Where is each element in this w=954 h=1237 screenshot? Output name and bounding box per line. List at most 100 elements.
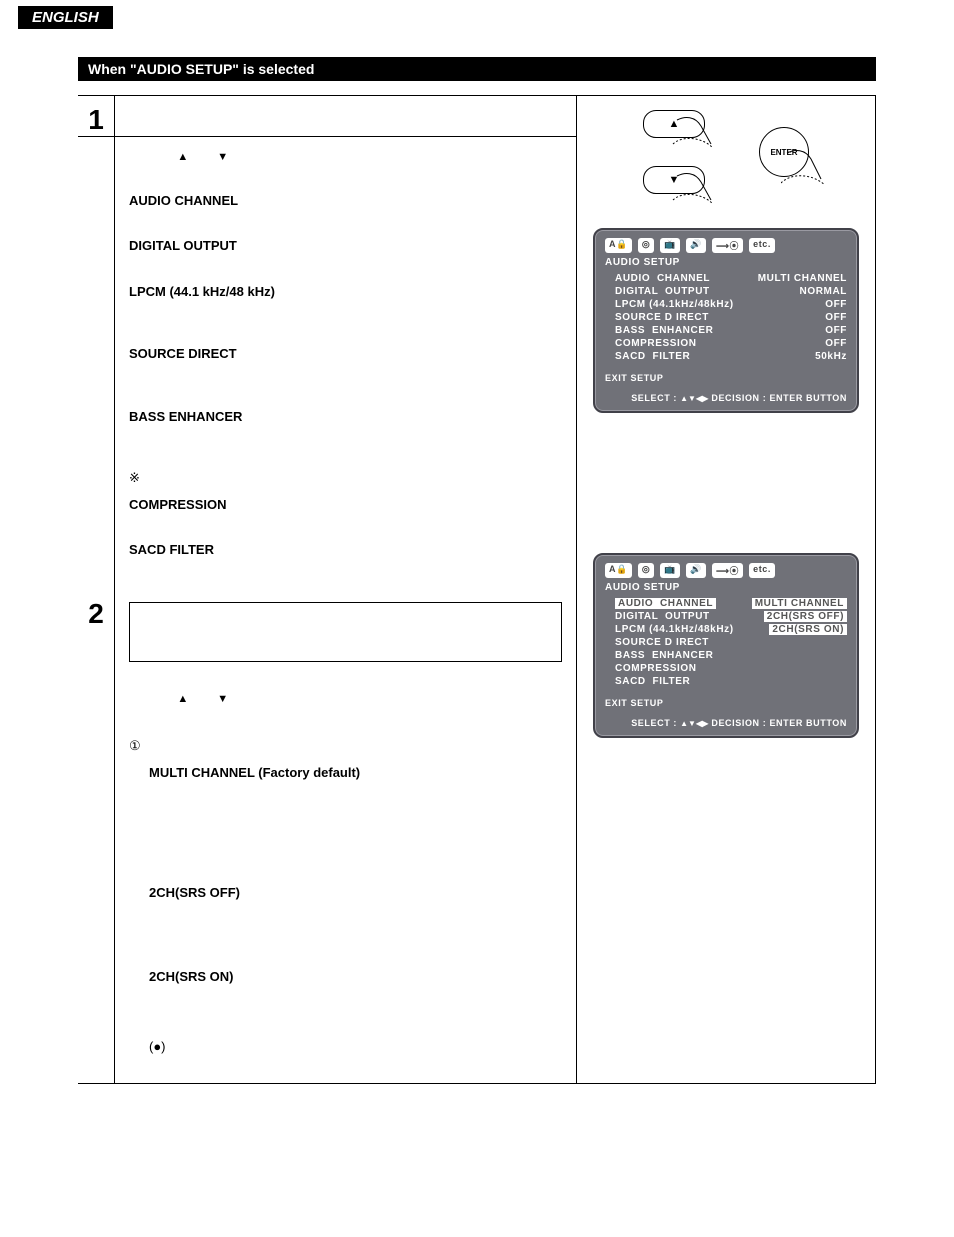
opt-2ch-off-desc: Select this to play audio with normal 2-…	[149, 901, 562, 954]
item-source-direct-desc: When the source direct mode is set to "O…	[129, 363, 562, 398]
osd-parental-icon: ⟶⦿	[712, 563, 743, 578]
opt-multi-desc1: Select this when connected to an amplifi…	[149, 782, 562, 817]
osd1-row0-v: MULTI CHANNEL	[758, 273, 847, 284]
item-audio-channel-desc: Use this to set the audio output signal …	[129, 210, 562, 228]
note-symbol-icon: ※	[129, 470, 140, 485]
osd1-row5-k: COMPRESSION	[615, 338, 697, 349]
osd1-row2-v: OFF	[825, 299, 847, 310]
step-1-row: 1 See page 46.	[78, 96, 576, 137]
item-digital-output-desc: Use this to select the digital output's …	[129, 255, 562, 273]
note-box: Only valid with multi-channel output, wh…	[129, 602, 562, 662]
cursor2-down-icon: ▼	[217, 693, 228, 705]
osd1-row2-k: LPCM (44.1kHz/48kHz)	[615, 299, 734, 310]
item-compression-title: COMPRESSION	[129, 496, 562, 514]
osd2-footer: SELECT : DECISION : ENTER BUTTON	[605, 718, 847, 728]
section-title: When "AUDIO SETUP" is selected	[78, 57, 876, 81]
osd2-row1-v: 2CH(SRS OFF)	[764, 611, 847, 622]
step-1-number: 1	[78, 96, 115, 136]
item-bass-enhancer-title: BASS ENHANCER	[129, 408, 562, 426]
osd-tv-icon: 📺	[660, 563, 680, 578]
osd2-row2-k: LPCM (44.1kHz/48kHz)	[615, 624, 734, 635]
osd-disc-icon: ◎	[638, 238, 654, 253]
osd2-row0-v: MULTI CHANNEL	[752, 598, 847, 609]
item-source-direct-title: SOURCE DIRECT	[129, 345, 562, 363]
cursor2-up-icon: ▲	[177, 693, 188, 705]
osd2-title: AUDIO SETUP	[605, 582, 847, 593]
remote-illustration: ▲ ▼ ENTER	[593, 110, 859, 194]
cursor-down-icon: ▼	[217, 151, 228, 163]
osd2-row2-v: 2CH(SRS ON)	[769, 624, 847, 635]
osd1-row5-v: OFF	[825, 338, 847, 349]
step-1-body: See page 46.	[115, 96, 576, 136]
osd2-row1-k: DIGITAL OUTPUT	[615, 611, 710, 622]
osd-etc-label: etc.	[749, 238, 775, 253]
osd1-row6-k: SACD FILTER	[615, 351, 690, 362]
arrow-cluster-icon	[680, 393, 708, 403]
cursor-text-pre: Use the	[129, 148, 177, 163]
osd1-row4-v: OFF	[825, 325, 847, 336]
note-text: Only valid when the analog 2-channel mod…	[144, 470, 466, 485]
item-lpcm-title: LPCM (44.1 kHz/48 kHz)	[129, 283, 562, 301]
right-column: ▲ ▼ ENTER	[577, 96, 875, 1083]
cursor2-text-pre: Use the	[129, 690, 177, 705]
cursor-text-mid: and	[192, 148, 217, 163]
osd1-row6-v: 50kHz	[815, 351, 847, 362]
osd1-footer: SELECT : DECISION : ENTER BUTTON	[605, 393, 847, 403]
osd2-row5-k: COMPRESSION	[615, 663, 697, 674]
cursor-up-icon: ▲	[177, 151, 188, 163]
opt-2ch-on-title: 2CH(SRS ON)	[149, 968, 562, 986]
osd2-row3-k: SOURCE D IRECT	[615, 637, 709, 648]
opt-multi-title: MULTI CHANNEL (Factory default)	[149, 764, 562, 782]
step-2-number: 2	[78, 137, 115, 1083]
osd1-icon-bar: A🔒 ◎ 📺 🔊 ⟶⦿ etc.	[605, 238, 847, 253]
osd-screen-1: A🔒 ◎ 📺 🔊 ⟶⦿ etc. AUDIO SETUP AUDIO CHANN…	[593, 228, 859, 413]
cursor2-text-mid: and	[192, 690, 217, 705]
osd-lang-icon: A🔒	[605, 563, 632, 578]
osd1-title: AUDIO SETUP	[605, 257, 847, 268]
osd2-row4-k: BASS ENHANCER	[615, 650, 713, 661]
osd-lang-icon: A🔒	[605, 238, 632, 253]
item-digital-output-title: DIGITAL OUTPUT	[129, 237, 562, 255]
opt-2ch-on-desc1: When you connected to a 2-channel audio …	[149, 985, 562, 1038]
circled-1-icon: ①	[129, 738, 141, 753]
osd-speaker-icon: 🔊	[686, 238, 706, 253]
main-frame: 1 See page 46. 2 Use the ▲ and ▼ cursor …	[78, 95, 876, 1084]
osd-disc-icon: ◎	[638, 563, 654, 578]
hand-press-icon	[671, 114, 725, 154]
hand-press-icon-2	[671, 170, 725, 210]
osd1-row3-v: OFF	[825, 312, 847, 323]
item-sacd-filter-title: SACD FILTER	[129, 541, 562, 559]
opt-2ch-on-desc2: is a trademark of SRS Labs, Inc. TruSurr…	[149, 1039, 512, 1072]
note-box-hidden-text: Only valid with multi-channel output, wh…	[140, 612, 541, 645]
item-bass-enhancer-desc: Use this to set whether or not to output…	[129, 425, 562, 460]
osd2-icon-bar: A🔒 ◎ 📺 🔊 ⟶⦿ etc.	[605, 563, 847, 578]
osd2-exit: EXIT SETUP	[605, 698, 847, 708]
left-column: 1 See page 46. 2 Use the ▲ and ▼ cursor …	[78, 96, 577, 1083]
step-2-row: 2 Use the ▲ and ▼ cursor buttons to sele…	[78, 137, 576, 1083]
step-2-body: Use the ▲ and ▼ cursor buttons to select…	[115, 137, 576, 1083]
item-lpcm-desc: Use this to set the digital audio output…	[129, 300, 562, 335]
osd1-exit: EXIT SETUP	[605, 373, 847, 383]
osd-etc-label: etc.	[749, 563, 775, 578]
item-sacd-filter-desc: Use this to set the filter frequency of …	[129, 559, 562, 594]
osd-screen-2: A🔒 ◎ 📺 🔊 ⟶⦿ etc. AUDIO SETUP AUDIO CHANN…	[593, 553, 859, 738]
osd1-row1-v: NORMAL	[800, 286, 847, 297]
audio-channel-setting-lead: Setting the AUDIO CHANNEL	[144, 738, 316, 753]
osd1-row1-k: DIGITAL OUTPUT	[615, 286, 710, 297]
osd1-row4-k: BASS ENHANCER	[615, 325, 713, 336]
srs-logo-icon: (●)	[149, 1039, 166, 1054]
hand-press-icon-3	[781, 149, 835, 193]
osd-speaker-icon: 🔊	[686, 563, 706, 578]
arrow-cluster-icon	[680, 718, 708, 728]
osd-tv-icon: 📺	[660, 238, 680, 253]
osd-parental-icon: ⟶⦿	[712, 238, 743, 253]
osd2-row6-k: SACD FILTER	[615, 676, 690, 687]
step-1-hidden-text: See page 46.	[129, 107, 206, 122]
osd1-row3-k: SOURCE D IRECT	[615, 312, 709, 323]
item-audio-channel-title: AUDIO CHANNEL	[129, 192, 562, 210]
opt-2ch-off-title: 2CH(SRS OFF)	[149, 884, 562, 902]
osd1-row0-k: AUDIO CHANNEL	[615, 273, 710, 284]
language-tab: ENGLISH	[18, 6, 113, 29]
opt-multi-desc2: When MULTI CHANNEL is selected, the spea…	[149, 817, 562, 870]
item-compression-desc: Use this to set the dynamic range output…	[129, 514, 562, 532]
